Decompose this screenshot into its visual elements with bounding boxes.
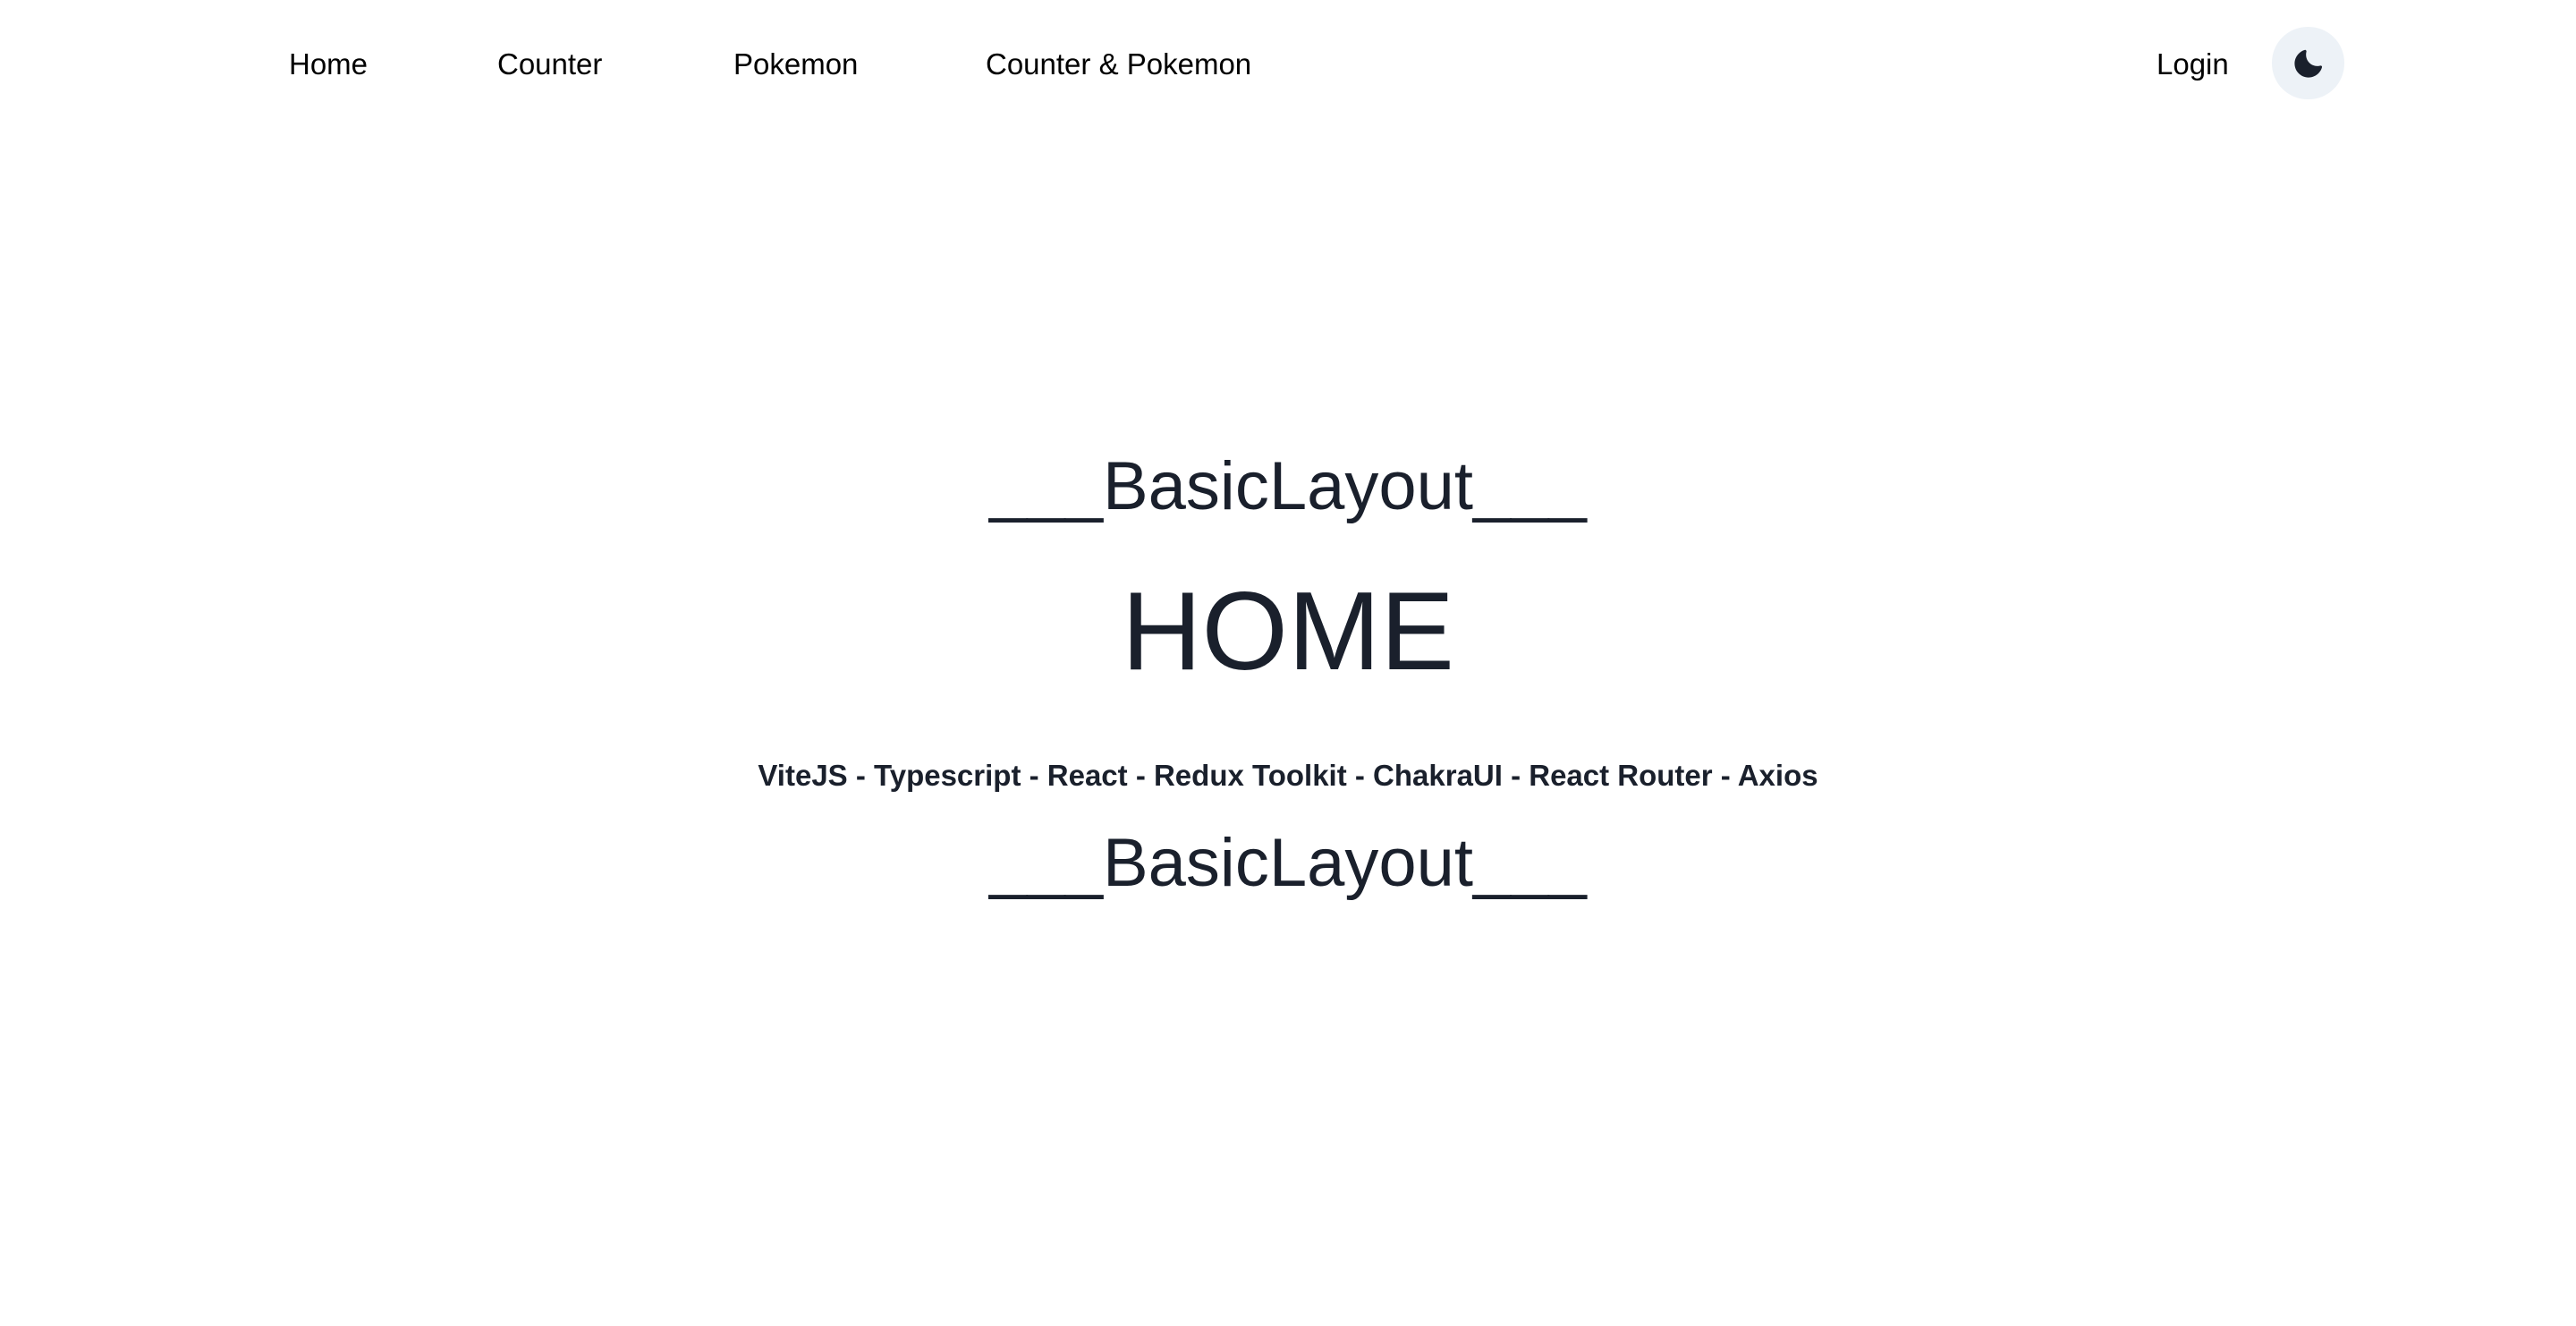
nav-link-pokemon[interactable]: Pokemon	[733, 45, 858, 84]
tech-stack-subtitle: ViteJS - Typescript - React - Redux Tool…	[758, 759, 1818, 792]
login-link[interactable]: Login	[2157, 45, 2229, 84]
layout-label-bottom: ___BasicLayout___	[989, 825, 1587, 901]
moon-icon	[2293, 49, 2322, 78]
page-title: HOME	[1122, 570, 1454, 693]
top-navbar: Home Counter Pokemon Counter & Pokemon L…	[0, 0, 2576, 129]
layout-label-top: ___BasicLayout___	[989, 448, 1587, 524]
nav-link-counter-pokemon[interactable]: Counter & Pokemon	[986, 45, 1251, 84]
nav-link-counter[interactable]: Counter	[497, 45, 602, 84]
theme-toggle-button[interactable]	[2272, 27, 2344, 99]
nav-link-home[interactable]: Home	[289, 45, 368, 84]
